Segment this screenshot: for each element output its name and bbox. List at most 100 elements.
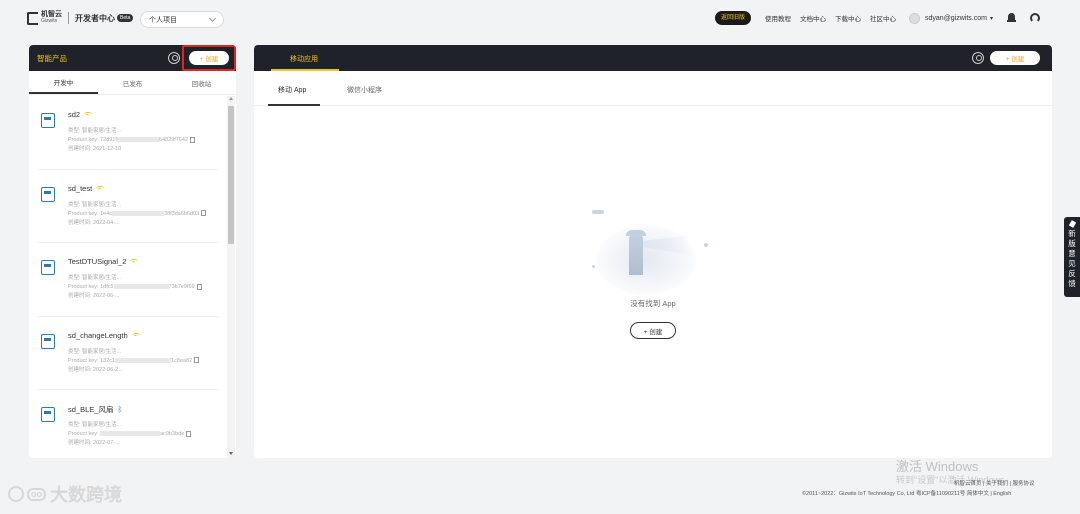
nav-link-docs[interactable]: 文档中心 [800,13,826,23]
product-created: 创建时间: 2021-12-10 [68,146,122,152]
product-type: 类型: 智能家居/生活... [68,348,122,355]
dev-center-title: 开发者中心 [75,13,115,23]
product-item[interactable]: sd_BLE_风扇 ᛒ 类型: 智能家居/生活... Product key: a… [37,390,219,458]
search-icon[interactable] [168,52,180,64]
tab-published[interactable]: 已发布 [98,71,167,94]
pen-icon [1068,220,1076,228]
tab-in-development[interactable]: 开发中 [29,71,98,94]
product-key-suffix: ac9b3bde [160,431,185,437]
product-icon [41,333,55,349]
redacted-blur [112,210,165,216]
product-created: 创建时间: 2022-06-... [68,293,120,299]
project-select[interactable]: 个人项目 [140,11,224,28]
product-key-prefix: Product key: [68,431,101,437]
create-app-button[interactable]: + 创建 [990,51,1040,65]
product-key-suffix: 64829f7642 [158,137,188,143]
logo-en-text: Gizwits [41,18,58,24]
bluetooth-icon: ᛒ [117,405,123,414]
product-item[interactable]: sd_test 类型: 智能家居/生活... Product key: 1e4c… [37,170,219,243]
product-type: 类型: 智能家居/生活... [68,275,122,281]
copy-icon[interactable] [201,210,207,217]
product-key-suffix: 38f3da6b6d03 [164,210,200,217]
nav-link-download[interactable]: 下载中心 [835,13,861,23]
smart-products-panel: 智能产品 + 创建 开发中 已发布 回收站 sd2 类型: 智能家居/生活...… [29,45,236,458]
top-bar: 机智云 Gizwits 开发者中心 Beta 个人项目 返回旧版 使用教程 文档… [0,0,1080,38]
product-name: TestDTUSignal_2 [68,257,127,266]
product-type: 类型: 智能家居/生活... [68,422,122,428]
empty-state: 没有找到 App + 创建 [584,205,724,345]
redacted-blur [115,357,172,363]
product-list-scrollbar[interactable] [227,96,235,458]
empty-create-button[interactable]: + 创建 [630,322,676,339]
tab-wechat-mini-program[interactable]: 微信小程序 [347,85,382,95]
cloud-icon [592,210,604,214]
wifi-icon [131,332,140,338]
product-icon [41,407,55,422]
product-item[interactable]: sd2 类型: 智能家居/生活... Product key: 72891f 64… [37,96,219,170]
lighthouse-icon [626,230,646,275]
tab-mobile-app[interactable]: 移动 App [278,85,306,95]
product-key-suffix: 73b7e9f69 [168,284,195,290]
brand-bubble-icon: oo [27,487,46,501]
caret-down-icon: ▾ [989,15,993,22]
bell-icon[interactable] [1007,13,1016,23]
tab-recycle-bin[interactable]: 回收站 [167,71,236,94]
empty-state-text: 没有找到 App [630,299,676,308]
wifi-icon [84,112,93,117]
brand-watermark: oo 大数跨境 [8,481,122,507]
back-to-old-button[interactable]: 返回旧版 [715,11,752,25]
product-created: 创建时间: 2022-06-2... [68,366,123,373]
product-key-suffix: 1c8ea82 [171,357,193,364]
mobile-apps-panel: 移动应用 + 创建 移动 App 微信小程序 没有找到 App + 创建 [254,45,1052,458]
smart-products-header: 智能产品 + 创建 [29,45,236,71]
brand-text: 大数跨境 [50,485,122,505]
mobile-apps-title[interactable]: 移动应用 [290,54,318,64]
redacted-blur [116,137,159,143]
decor-dot [704,243,708,247]
product-list: sd2 类型: 智能家居/生活... Product key: 72891f 64… [29,96,227,458]
feedback-char: 版 [1068,239,1076,248]
headset-icon[interactable] [1030,13,1040,23]
wifi-icon [96,185,105,191]
logo-divider [68,12,69,24]
user-email: sdyan@gizwits.com [925,14,987,22]
copy-icon[interactable] [196,283,202,290]
product-item[interactable]: TestDTUSignal_2 类型: 智能家居/生活... Product k… [37,243,219,317]
product-item[interactable]: sd_changeLength 类型: 智能家居/生活... Product k… [37,317,219,390]
avatar [909,12,921,24]
beta-badge: Beta [117,14,134,22]
product-name: sd_test [68,183,93,193]
smart-products-title: 智能产品 [37,53,67,63]
product-key-prefix: Product key: 1dfc5 [68,284,114,290]
feedback-char: 见 [1068,259,1076,268]
redacted-blur [100,431,161,437]
project-select-value: 个人项目 [149,16,177,24]
empty-illustration-bg [596,225,696,295]
copy-icon[interactable] [194,357,200,364]
search-icon[interactable] [972,52,984,64]
feedback-side-tab[interactable]: 新 版 意 见 反 馈 [1064,217,1080,297]
footer-links[interactable]: 机智云首页 | 关于我们 | 服务协议 [954,479,1034,487]
scroll-down-icon[interactable] [229,452,233,455]
product-tabs: 开发中 已发布 回收站 [29,71,236,95]
user-menu[interactable]: sdyan@gizwits.com ▾ [909,12,993,24]
feedback-char: 馈 [1068,279,1076,288]
chevron-down-icon [208,14,217,22]
product-key-prefix: Product key: 72891f [68,137,117,143]
gizwits-logo[interactable]: 机智云 Gizwits 开发者中心 Beta [27,11,134,25]
scrollbar-thumb[interactable] [228,106,234,244]
scroll-up-icon[interactable] [229,97,233,100]
product-created: 创建时间: 2022-07-... [68,440,120,446]
copy-icon[interactable] [189,136,195,143]
logo-cn-text: 机智云 [41,11,62,18]
nav-link-community[interactable]: 社区中心 [870,13,896,23]
logo-icon [27,11,38,25]
nav-link-tutorial[interactable]: 使用教程 [765,13,791,23]
decor-dot [592,265,595,268]
copy-icon[interactable] [186,430,192,437]
create-product-button[interactable]: + 创建 [189,51,229,65]
wifi-icon [130,259,139,264]
mobile-apps-header: 移动应用 + 创建 [254,45,1052,71]
active-tab-underline [268,104,320,106]
app-type-tabs: 移动 App 微信小程序 [254,71,1052,106]
